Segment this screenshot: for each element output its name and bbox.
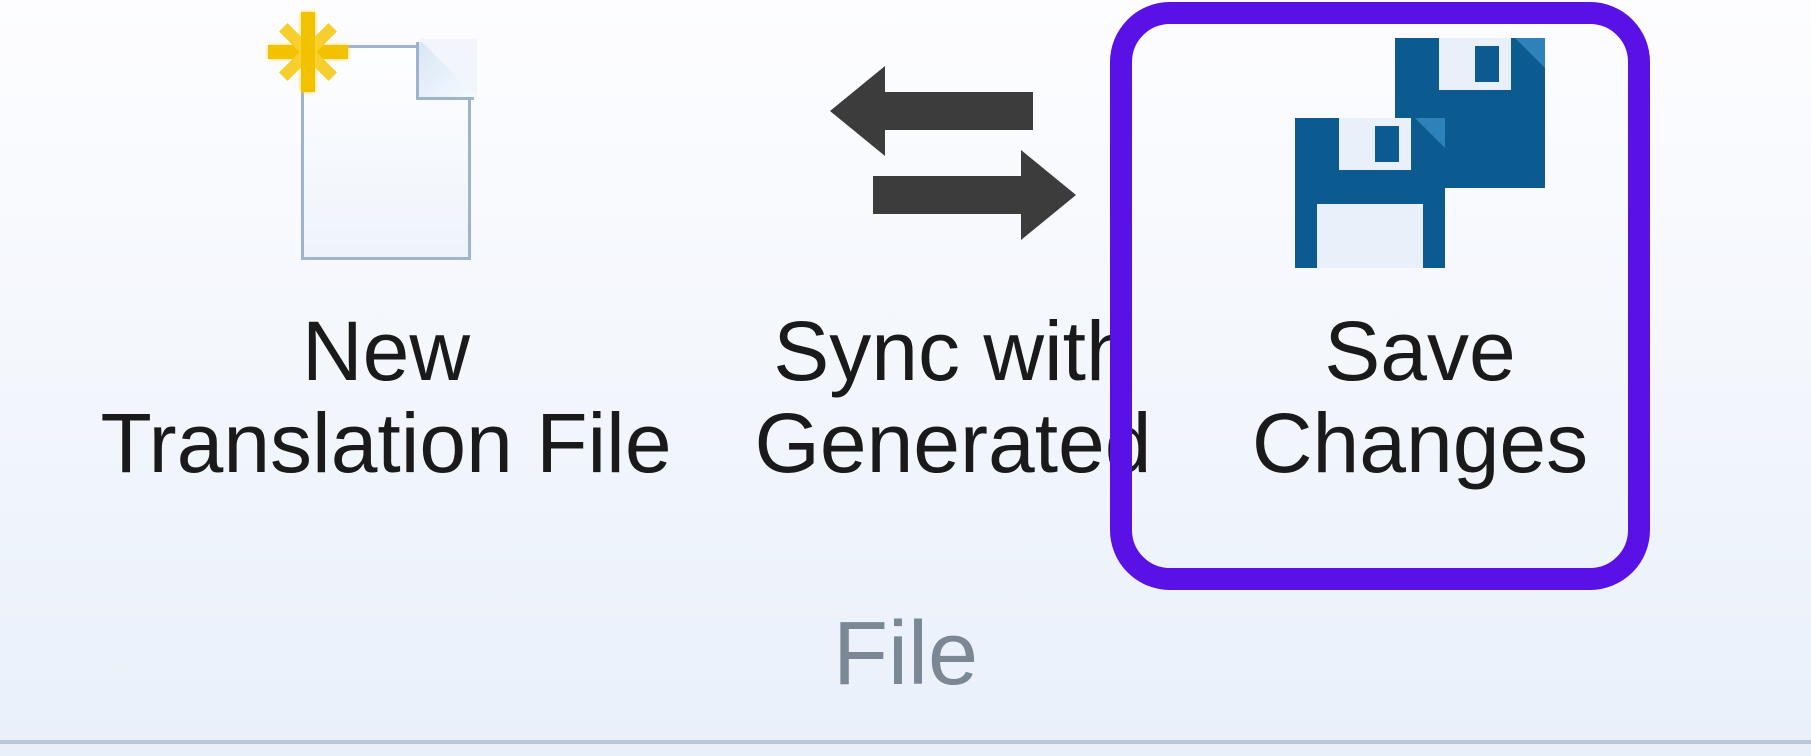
sync-with-generated-button[interactable]: Sync with Generated: [712, 20, 1194, 510]
sync-arrows-icon: [718, 30, 1188, 275]
ribbon-group-label: File: [0, 603, 1811, 706]
new-file-icon: [66, 30, 706, 275]
save-changes-button[interactable]: Save Changes: [1194, 20, 1646, 510]
save-all-icon: [1200, 30, 1640, 275]
ribbon-separator: [0, 740, 1811, 744]
ribbon-group-file: New Translation File Sync with Generated…: [0, 0, 1811, 734]
sync-with-generated-label: Sync with Generated: [755, 305, 1152, 490]
new-translation-file-button[interactable]: New Translation File: [60, 20, 712, 510]
save-changes-label: Save Changes: [1252, 305, 1588, 490]
new-translation-file-label: New Translation File: [100, 305, 671, 490]
